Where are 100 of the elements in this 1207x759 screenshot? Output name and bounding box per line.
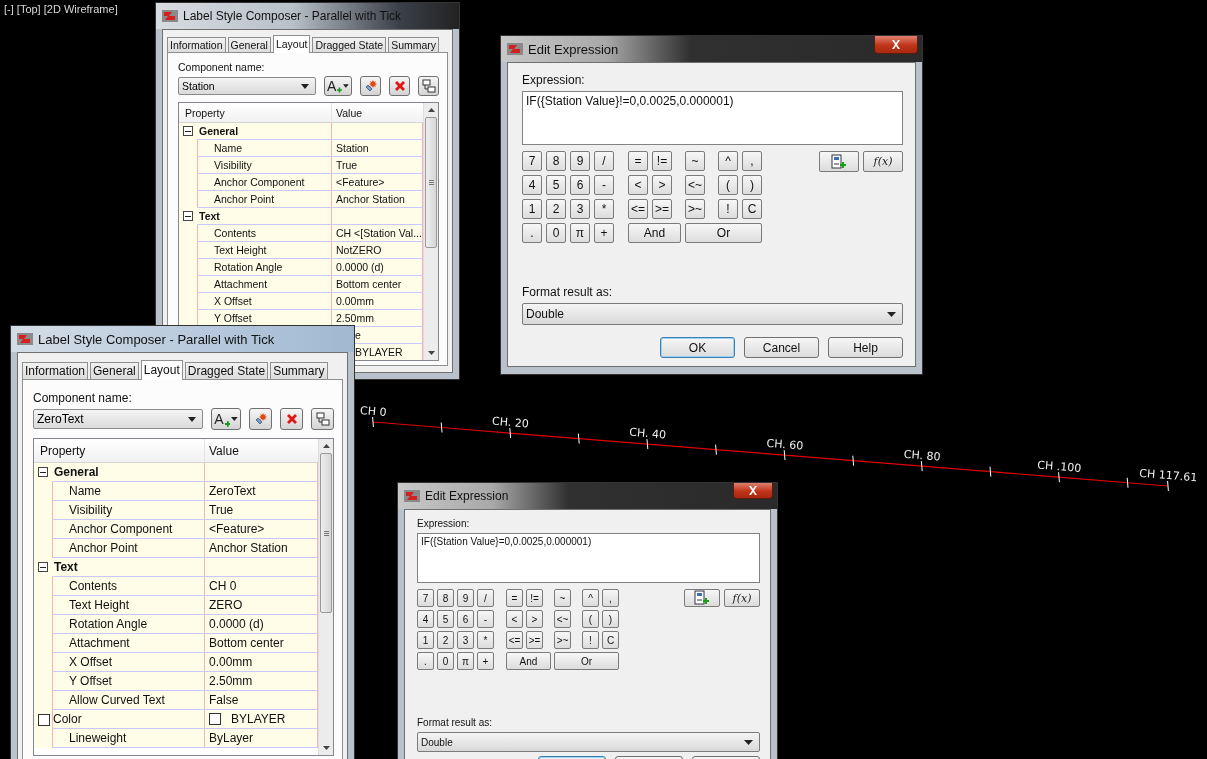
tab[interactable]: Information bbox=[167, 37, 226, 52]
property-value[interactable]: <Feature> bbox=[204, 520, 318, 539]
add-text-button[interactable]: A bbox=[324, 76, 352, 96]
keypad-key[interactable]: * bbox=[594, 199, 614, 219]
collapse-icon[interactable] bbox=[183, 126, 193, 136]
scrollbar[interactable] bbox=[318, 439, 333, 755]
property-value[interactable]: True bbox=[204, 501, 318, 520]
delete-button[interactable] bbox=[280, 408, 303, 430]
format-dropdown[interactable]: Double bbox=[522, 303, 903, 325]
keypad-key[interactable]: And bbox=[628, 223, 681, 243]
keypad-key[interactable]: - bbox=[477, 610, 494, 628]
keypad-key[interactable]: ( bbox=[718, 175, 738, 195]
property-value[interactable]: 0.0000 (d) bbox=[331, 259, 423, 276]
property-value[interactable]: 0.00mm bbox=[204, 653, 318, 672]
keypad-key[interactable]: 0 bbox=[437, 652, 454, 670]
tab[interactable]: Layout bbox=[140, 360, 183, 380]
keypad-key[interactable]: 1 bbox=[417, 631, 434, 649]
keypad-key[interactable]: 9 bbox=[570, 151, 590, 171]
property-value[interactable]: ZeroText bbox=[204, 482, 318, 501]
keypad-key[interactable]: ! bbox=[718, 199, 738, 219]
property-value[interactable]: 2.50mm bbox=[331, 310, 423, 327]
property-value[interactable]: 0.00mm bbox=[331, 293, 423, 310]
keypad-key[interactable]: ( bbox=[582, 610, 599, 628]
property-value[interactable]: BYLAYER bbox=[204, 710, 318, 729]
keypad-key[interactable]: π bbox=[457, 652, 474, 670]
keypad-key[interactable]: 9 bbox=[457, 589, 474, 607]
property-value[interactable]: False bbox=[204, 691, 318, 710]
keypad-key[interactable]: ) bbox=[602, 610, 619, 628]
collapse-icon[interactable] bbox=[38, 467, 48, 477]
tab[interactable]: Dragged State bbox=[312, 37, 387, 52]
property-value[interactable]: 0.0000 (d) bbox=[204, 615, 318, 634]
keypad-key[interactable]: 3 bbox=[457, 631, 474, 649]
property-value[interactable]: <Feature> bbox=[331, 174, 423, 191]
keypad-key[interactable]: ^ bbox=[582, 589, 599, 607]
tab[interactable]: Summary bbox=[270, 362, 328, 379]
add-text-button[interactable]: A bbox=[211, 408, 241, 430]
expression-field[interactable]: IF({Station Value}!=0,0.0025,0.000001) bbox=[522, 91, 903, 145]
keypad-key[interactable]: = bbox=[506, 589, 523, 607]
keypad-key[interactable]: 7 bbox=[417, 589, 434, 607]
property-value[interactable]: Bottom center bbox=[204, 634, 318, 653]
keypad-key[interactable]: >= bbox=[526, 631, 543, 649]
keypad-key[interactable]: + bbox=[594, 223, 614, 243]
keypad-key[interactable]: >~ bbox=[554, 631, 571, 649]
keypad-key[interactable]: ~ bbox=[554, 589, 571, 607]
insert-property-button[interactable] bbox=[684, 589, 720, 607]
keypad-key[interactable]: C bbox=[602, 631, 619, 649]
keypad-key[interactable]: π bbox=[570, 223, 590, 243]
keypad-key[interactable]: 4 bbox=[417, 610, 434, 628]
property-value[interactable]: Anchor Station bbox=[204, 539, 318, 558]
function-button[interactable]: f(x) bbox=[863, 151, 903, 172]
component-combo[interactable]: Station bbox=[178, 77, 316, 95]
keypad-key[interactable]: <= bbox=[506, 631, 523, 649]
keypad-key[interactable]: 6 bbox=[457, 610, 474, 628]
keypad-key[interactable]: <~ bbox=[685, 175, 705, 195]
keypad-key[interactable]: > bbox=[652, 175, 672, 195]
dialog-button[interactable]: Cancel bbox=[744, 337, 819, 358]
keypad-key[interactable]: 7 bbox=[522, 151, 542, 171]
keypad-key[interactable]: , bbox=[742, 151, 762, 171]
keypad-key[interactable]: < bbox=[506, 610, 523, 628]
property-value[interactable]: 2.50mm bbox=[204, 672, 318, 691]
collapse-icon[interactable] bbox=[38, 562, 48, 572]
keypad-key[interactable]: 8 bbox=[546, 151, 566, 171]
keypad-key[interactable]: 8 bbox=[437, 589, 454, 607]
tab[interactable]: General bbox=[227, 37, 271, 52]
keypad-key[interactable]: 5 bbox=[437, 610, 454, 628]
tab[interactable]: Layout bbox=[272, 35, 311, 53]
close-button[interactable] bbox=[733, 483, 773, 499]
scrollbar[interactable] bbox=[423, 103, 438, 360]
keypad-key[interactable]: >= bbox=[652, 199, 672, 219]
keypad-key[interactable]: < bbox=[628, 175, 648, 195]
keypad-key[interactable]: + bbox=[477, 652, 494, 670]
format-dropdown[interactable]: Double bbox=[417, 732, 760, 752]
keypad-key[interactable]: ^ bbox=[718, 151, 738, 171]
keypad-key[interactable]: <= bbox=[628, 199, 648, 219]
keypad-key[interactable]: > bbox=[526, 610, 543, 628]
keypad-key[interactable]: 6 bbox=[570, 175, 590, 195]
property-value[interactable]: Station bbox=[331, 140, 423, 157]
scroll-thumb[interactable] bbox=[320, 453, 332, 613]
property-value[interactable]: CH 0 bbox=[204, 577, 318, 596]
delete-button[interactable] bbox=[389, 76, 410, 96]
property-value[interactable]: True bbox=[331, 157, 423, 174]
property-value[interactable]: ByLayer bbox=[204, 729, 318, 748]
property-value[interactable]: CH <[Station Val... bbox=[331, 225, 423, 242]
column-header[interactable]: Property bbox=[34, 439, 204, 462]
keypad-key[interactable]: 3 bbox=[570, 199, 590, 219]
expression-field[interactable]: IF({Station Value}=0,0.0025,0.000001) bbox=[417, 533, 760, 583]
scroll-down-icon[interactable] bbox=[427, 351, 435, 355]
scroll-up-icon[interactable] bbox=[427, 108, 435, 112]
dialog-button[interactable]: OK bbox=[660, 337, 735, 358]
stamp-button[interactable] bbox=[360, 76, 381, 96]
insert-property-button[interactable] bbox=[819, 151, 859, 172]
keypad-key[interactable]: ~ bbox=[685, 151, 705, 171]
keypad-key[interactable]: / bbox=[594, 151, 614, 171]
keypad-key[interactable]: * bbox=[477, 631, 494, 649]
column-header[interactable]: Property bbox=[179, 103, 331, 122]
keypad-key[interactable]: - bbox=[594, 175, 614, 195]
property-value[interactable]: Bottom center bbox=[331, 276, 423, 293]
property-value[interactable]: ZERO bbox=[204, 596, 318, 615]
keypad-key[interactable]: <~ bbox=[554, 610, 571, 628]
tab[interactable]: General bbox=[90, 362, 139, 379]
